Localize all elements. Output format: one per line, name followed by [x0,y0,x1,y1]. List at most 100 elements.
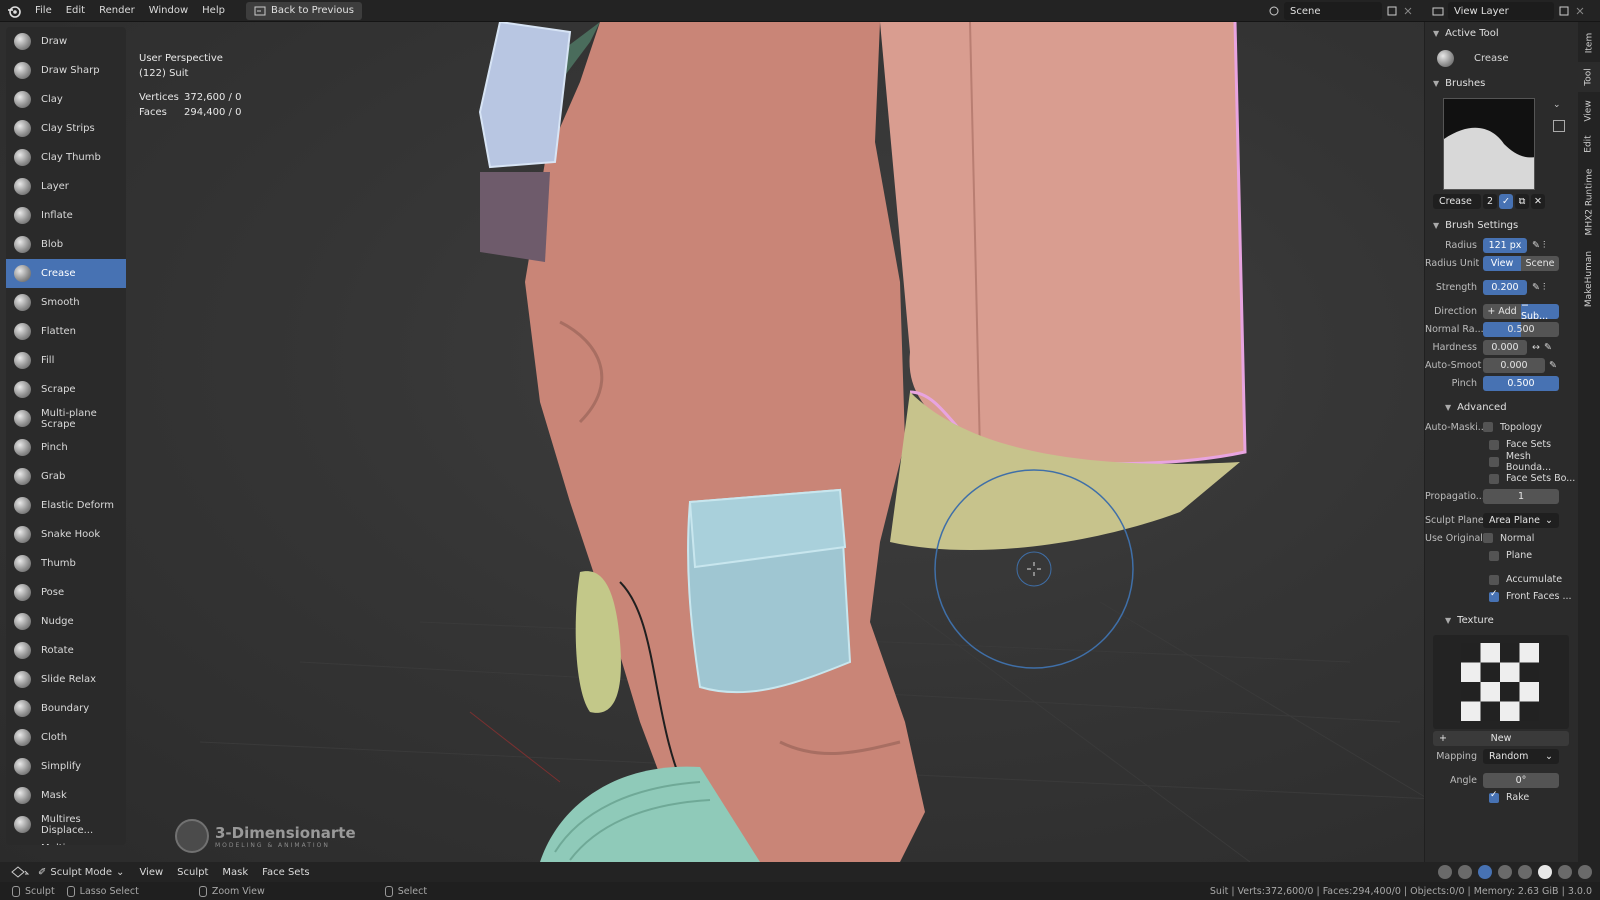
fake-user-shield-icon[interactable]: ✓ [1499,194,1513,209]
tool-draw-sharp[interactable]: Draw Sharp [6,56,126,85]
tool-scrape[interactable]: Scrape [6,375,126,404]
3d-viewport[interactable]: User Perspective (122) Suit Vertices 372… [0,22,1578,862]
scene-icon[interactable] [1268,5,1280,17]
tool-draw[interactable]: Draw [6,27,126,56]
tab-item[interactable]: Item [1578,28,1600,58]
tool-fill[interactable]: Fill [6,346,126,375]
tool-multires-displace[interactable]: Multires Displace... [6,839,126,846]
front-faces-checkbox[interactable] [1489,589,1499,602]
tab-tool[interactable]: Tool [1578,62,1600,92]
duplicate-brush-icon[interactable]: ⧉ [1515,194,1529,209]
autosmooth-slider[interactable]: 0.000 [1483,357,1545,373]
mode-selector[interactable]: ✐ Sculpt Mode ⌄ [38,867,124,878]
radius-unit-view[interactable]: View [1483,255,1521,271]
advanced-header[interactable]: ▼ Advanced [1425,396,1578,418]
tool-smooth[interactable]: Smooth [6,288,126,317]
overlay-icon[interactable] [1478,865,1492,879]
tool-grab[interactable]: Grab [6,462,126,491]
menu-sculpt[interactable]: Sculpt [170,867,215,878]
tool-clay-strips[interactable]: Clay Strips [6,114,126,143]
tool-crease[interactable]: Crease [6,259,126,288]
tool-clay-thumb[interactable]: Clay Thumb [6,143,126,172]
brushes-header[interactable]: ▼ Brushes [1425,72,1578,94]
unlink-brush-icon[interactable]: ✕ [1531,194,1545,209]
menu-file[interactable]: File [28,5,59,16]
rake-checkbox[interactable] [1489,790,1499,803]
back-to-previous-button[interactable]: Back to Previous [245,1,362,20]
sculpt-plane-dropdown[interactable]: Area Plane ⌄ [1483,512,1559,528]
original-normal-checkbox[interactable] [1483,533,1493,543]
editor-type-icon[interactable] [10,865,30,882]
visibility-icon[interactable] [1438,865,1452,879]
tool-snake-hook[interactable]: Snake Hook [6,520,126,549]
view-layer-icon[interactable] [1432,5,1444,17]
face-sets-boundary-checkbox[interactable] [1489,473,1499,484]
topology-checkbox[interactable] [1483,422,1493,432]
brush-dropdown-icon[interactable]: ⌄ [1553,100,1565,112]
menu-mask[interactable]: Mask [215,867,255,878]
propagation-field[interactable]: 1 [1483,488,1559,504]
tab-mhx2-runtime[interactable]: MHX2 Runtime [1578,162,1600,242]
active-tool-row[interactable]: Crease [1425,44,1578,72]
tool-multires-displace[interactable]: Multires Displace... [6,810,126,839]
texture-header[interactable]: ▼ Texture [1425,609,1578,631]
view-layer-field[interactable]: View Layer [1448,2,1554,20]
direction-subtract-button[interactable]: − Sub... [1521,300,1559,322]
invert-hardness-icon[interactable]: ↔ [1532,342,1540,353]
strength-field[interactable]: 0.200 [1483,279,1527,295]
pinch-slider[interactable]: 0.500 [1483,375,1559,391]
menu-help[interactable]: Help [195,5,232,16]
rendered-shading-icon[interactable] [1578,865,1592,879]
brush-name-field[interactable]: Crease [1433,194,1481,209]
tool-slide-relax[interactable]: Slide Relax [6,665,126,694]
tool-thumb[interactable]: Thumb [6,549,126,578]
hardness-pressure-icon[interactable]: ✎ [1544,342,1552,353]
tool-blob[interactable]: Blob [6,230,126,259]
wireframe-shading-icon[interactable] [1518,865,1532,879]
tool-rotate[interactable]: Rotate [6,636,126,665]
xray-icon[interactable] [1498,865,1512,879]
tool-flatten[interactable]: Flatten [6,317,126,346]
tool-cloth[interactable]: Cloth [6,723,126,752]
tab-makehuman[interactable]: MakeHuman [1578,246,1600,312]
direction-add-button[interactable]: + Add [1483,303,1521,319]
blender-logo-icon[interactable] [0,0,28,22]
strength-lock-icon[interactable]: ⫶ [1543,282,1545,293]
radius-lock-icon[interactable]: ⫶ [1543,240,1545,251]
radius-unit-scene[interactable]: Scene [1521,255,1559,271]
brush-settings-header[interactable]: ▼ Brush Settings [1425,214,1578,236]
material-shading-icon[interactable] [1558,865,1572,879]
tool-mask[interactable]: Mask [6,781,126,810]
angle-field[interactable]: 0° [1483,772,1559,788]
accumulate-checkbox[interactable] [1489,574,1499,585]
texture-preview-box[interactable] [1433,635,1569,729]
tool-multi-plane-scrape[interactable]: Multi-plane Scrape [6,404,126,433]
new-view-layer-icon[interactable] [1558,5,1570,17]
face-sets-checkbox[interactable] [1489,439,1499,450]
tool-layer[interactable]: Layer [6,172,126,201]
menu-window[interactable]: Window [142,5,195,16]
radius-field[interactable]: 121 px [1483,237,1527,253]
brush-users-count[interactable]: 2 [1483,194,1497,209]
menu-render[interactable]: Render [92,5,142,16]
strength-pressure-icon[interactable]: ✎ [1532,282,1540,293]
scene-name-field[interactable]: Scene [1284,2,1382,20]
brush-preview-thumbnail[interactable] [1443,98,1535,190]
tab-edit[interactable]: Edit [1578,130,1600,158]
tool-pinch[interactable]: Pinch [6,433,126,462]
tool-nudge[interactable]: Nudge [6,607,126,636]
new-scene-icon[interactable] [1386,5,1398,17]
mapping-dropdown[interactable]: Random ⌄ [1483,748,1559,764]
tool-boundary[interactable]: Boundary [6,694,126,723]
brush-image-icon[interactable] [1553,120,1565,132]
tool-inflate[interactable]: Inflate [6,201,126,230]
pressure-icon[interactable]: ✎ [1532,240,1540,251]
normal-radius-slider[interactable]: 0.500 [1483,321,1559,337]
mesh-boundary-checkbox[interactable] [1489,456,1499,467]
menu-view[interactable]: View [132,867,170,878]
sculpt-scene[interactable] [0,22,1578,862]
new-texture-button[interactable]: + New [1433,731,1569,746]
original-plane-checkbox[interactable] [1489,550,1499,561]
tool-elastic-deform[interactable]: Elastic Deform [6,491,126,520]
gizmo-icon[interactable] [1458,865,1472,879]
